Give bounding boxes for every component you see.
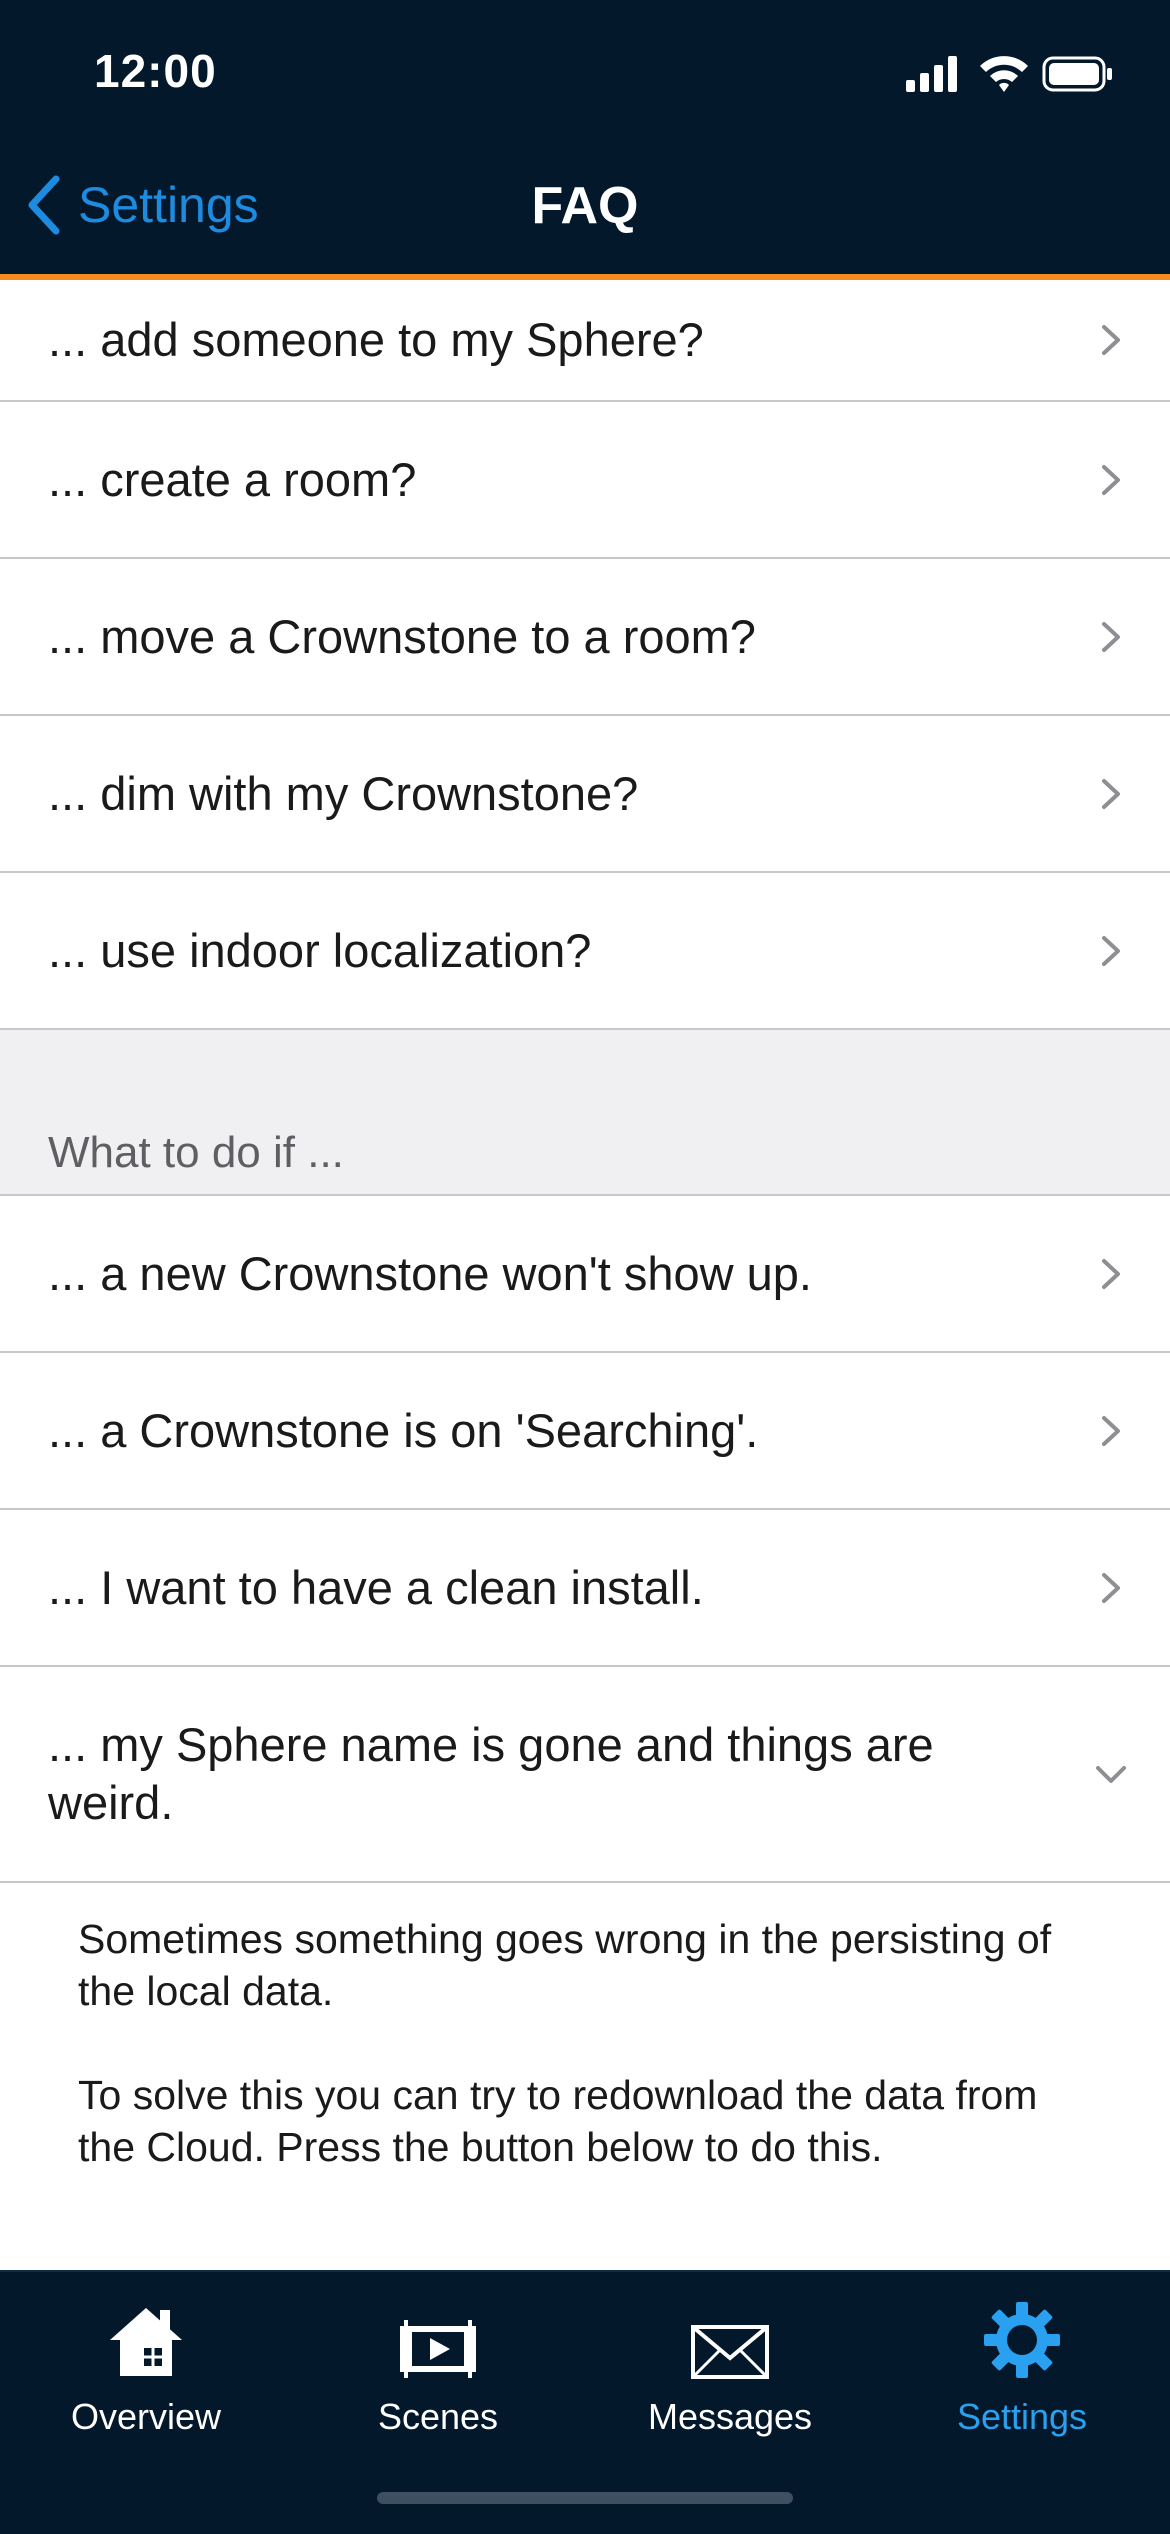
chevron-right-icon (1102, 935, 1120, 966)
tab-settings[interactable]: Settings (876, 2296, 1168, 2438)
answer-paragraph: To solve this you can try to redownload … (78, 2072, 1038, 2170)
battery-icon (1042, 56, 1112, 92)
tab-bar: Overview Scenes Messages Settings (0, 2270, 1170, 2534)
tab-label: Settings (956, 2396, 1088, 2437)
gear-icon (984, 2302, 1060, 2378)
wifi-icon (980, 56, 1028, 92)
faq-row-move-crownstone[interactable]: ... move a Crownstone to a room? (0, 559, 1170, 716)
faq-row-label: ... add someone to my Sphere? (48, 313, 704, 366)
faq-row-dim[interactable]: ... dim with my Crownstone? (0, 716, 1170, 873)
faq-list: ... add someone to my Sphere? ... create… (0, 280, 1170, 2225)
faq-row-sphere-name-gone[interactable]: ... my Sphere name is gone and things ar… (0, 1667, 1170, 1883)
section-header-what-to-do: What to do if ... (0, 1030, 1170, 1196)
house-icon (110, 2308, 182, 2376)
tab-label: Messages (647, 2396, 813, 2437)
chevron-right-icon (1102, 778, 1120, 809)
faq-row-searching[interactable]: ... a Crownstone is on 'Searching'. (0, 1353, 1170, 1510)
chevron-right-icon (1102, 1415, 1120, 1446)
chevron-right-icon (1102, 464, 1120, 495)
faq-row-create-room[interactable]: ... create a room? (0, 402, 1170, 559)
faq-row-label: ... I want to have a clean install. (48, 1560, 704, 1614)
faq-row-label: ... a new Crownstone won't show up. (48, 1246, 812, 1300)
faq-row-label: ... my Sphere name is gone and things ar… (48, 1718, 934, 1829)
chevron-right-icon (1102, 621, 1120, 652)
tab-scenes[interactable]: Scenes (292, 2296, 584, 2438)
envelope-icon (691, 2325, 769, 2379)
tab-label: Overview (70, 2396, 222, 2437)
faq-row-label: ... use indoor localization? (48, 923, 592, 977)
faq-row-label: ... a Crownstone is on 'Searching'. (48, 1403, 759, 1457)
faq-row-add-someone[interactable]: ... add someone to my Sphere? (0, 280, 1170, 402)
faq-row-label: ... move a Crownstone to a room? (48, 609, 756, 663)
faq-row-new-crownstone[interactable]: ... a new Crownstone won't show up. (0, 1196, 1170, 1353)
section-header-label: What to do if ... (48, 1128, 344, 1177)
chevron-down-icon (1096, 1766, 1126, 1783)
status-time: 12:00 (94, 45, 217, 97)
answer-paragraph: Sometimes something goes wrong in the pe… (78, 1916, 1052, 2014)
faq-answer: Sometimes something goes wrong in the pe… (0, 1883, 1170, 2173)
scenes-icon (400, 2320, 476, 2378)
home-indicator (377, 2492, 793, 2504)
chevron-right-icon (1102, 1572, 1120, 1603)
tab-overview[interactable]: Overview (0, 2296, 292, 2438)
navigation-header: 12:00 Settings FAQ (0, 0, 1170, 274)
faq-row-label: ... create a room? (48, 452, 417, 506)
tab-messages[interactable]: Messages (584, 2296, 876, 2438)
chevron-right-icon (1102, 1258, 1120, 1289)
page-title: FAQ (531, 177, 639, 235)
tab-label: Scenes (377, 2396, 499, 2437)
status-icons (906, 56, 1112, 92)
faq-row-label: ... dim with my Crownstone? (48, 766, 639, 820)
faq-row-clean-install[interactable]: ... I want to have a clean install. (0, 1510, 1170, 1667)
faq-row-indoor-localization[interactable]: ... use indoor localization? (0, 873, 1170, 1030)
chevron-right-icon (1102, 325, 1120, 355)
cellular-signal-icon (906, 56, 957, 92)
